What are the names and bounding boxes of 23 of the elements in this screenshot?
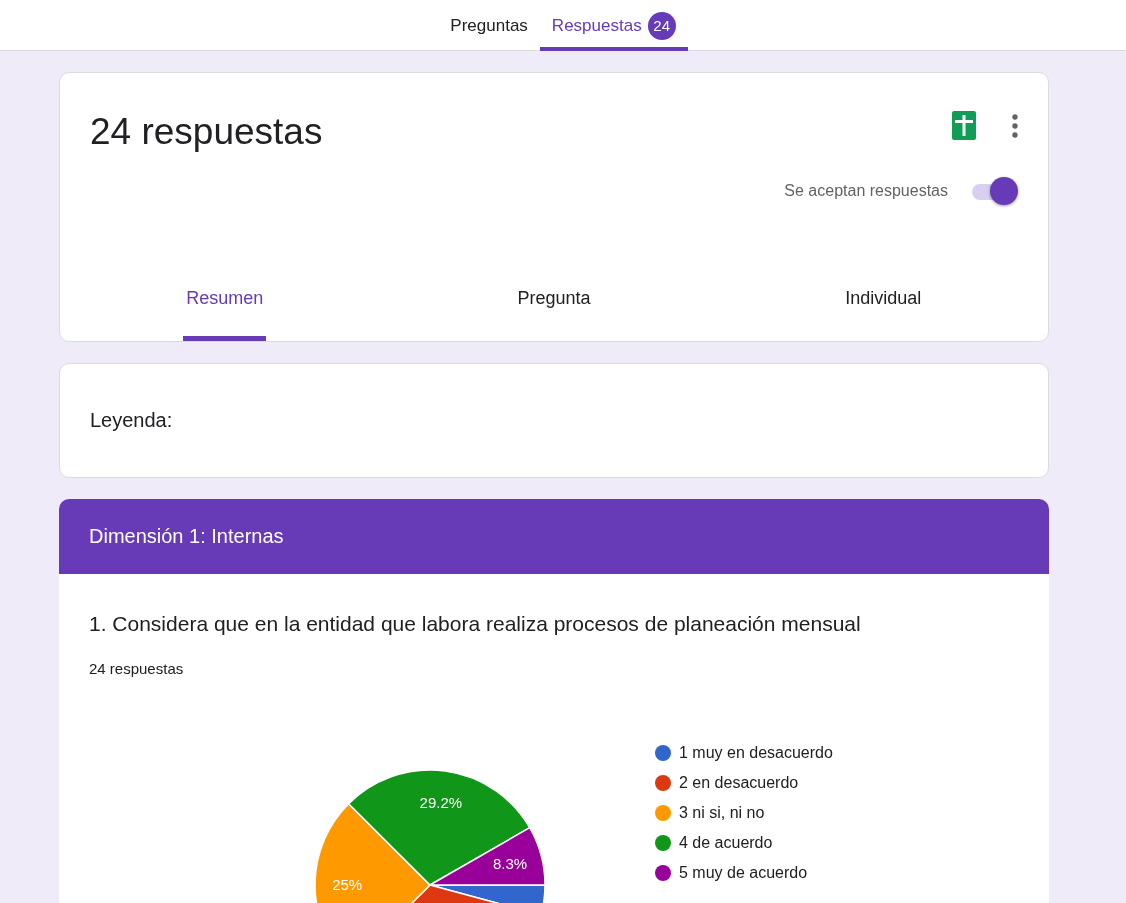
accepting-responses-label: Se aceptan respuestas: [784, 182, 948, 200]
legend-label: 3 ni si, ni no: [679, 804, 765, 822]
legend-heading: Leyenda:: [90, 409, 173, 432]
tab[interactable]: Individual: [718, 269, 1048, 341]
tab[interactable]: Respuestas 24: [539, 0, 688, 51]
response-count: 24 respuestas: [89, 660, 185, 677]
more-options-icon[interactable]: [1012, 113, 1018, 138]
legend-label: 1 muy en desacuerdo: [679, 744, 833, 762]
tab[interactable]: Pregunta: [389, 269, 719, 341]
toggle-switch[interactable]: [970, 175, 1018, 207]
slice-label: 29.2%: [419, 793, 463, 811]
section-title: Dimensión 1: Internas: [89, 525, 284, 548]
slice-label: 25%: [332, 876, 363, 893]
tab[interactable]: Resumen: [60, 269, 390, 341]
response-count-title: 24 respuestas: [90, 111, 323, 153]
spreadsheet-icon[interactable]: [952, 111, 976, 140]
legend-label: 4 de acuerdo: [679, 834, 773, 852]
legend-label: 2 en desacuerdo: [679, 774, 799, 792]
question-text: 1. Considera que en la entidad que labora realiza procesos de planeación mensual: [89, 612, 862, 636]
legend-label: 5 muy de acuerdo: [679, 864, 808, 882]
tab[interactable]: Preguntas: [438, 0, 540, 51]
slice-label: 8.3%: [492, 854, 528, 872]
count-badge: 24: [647, 11, 676, 40]
